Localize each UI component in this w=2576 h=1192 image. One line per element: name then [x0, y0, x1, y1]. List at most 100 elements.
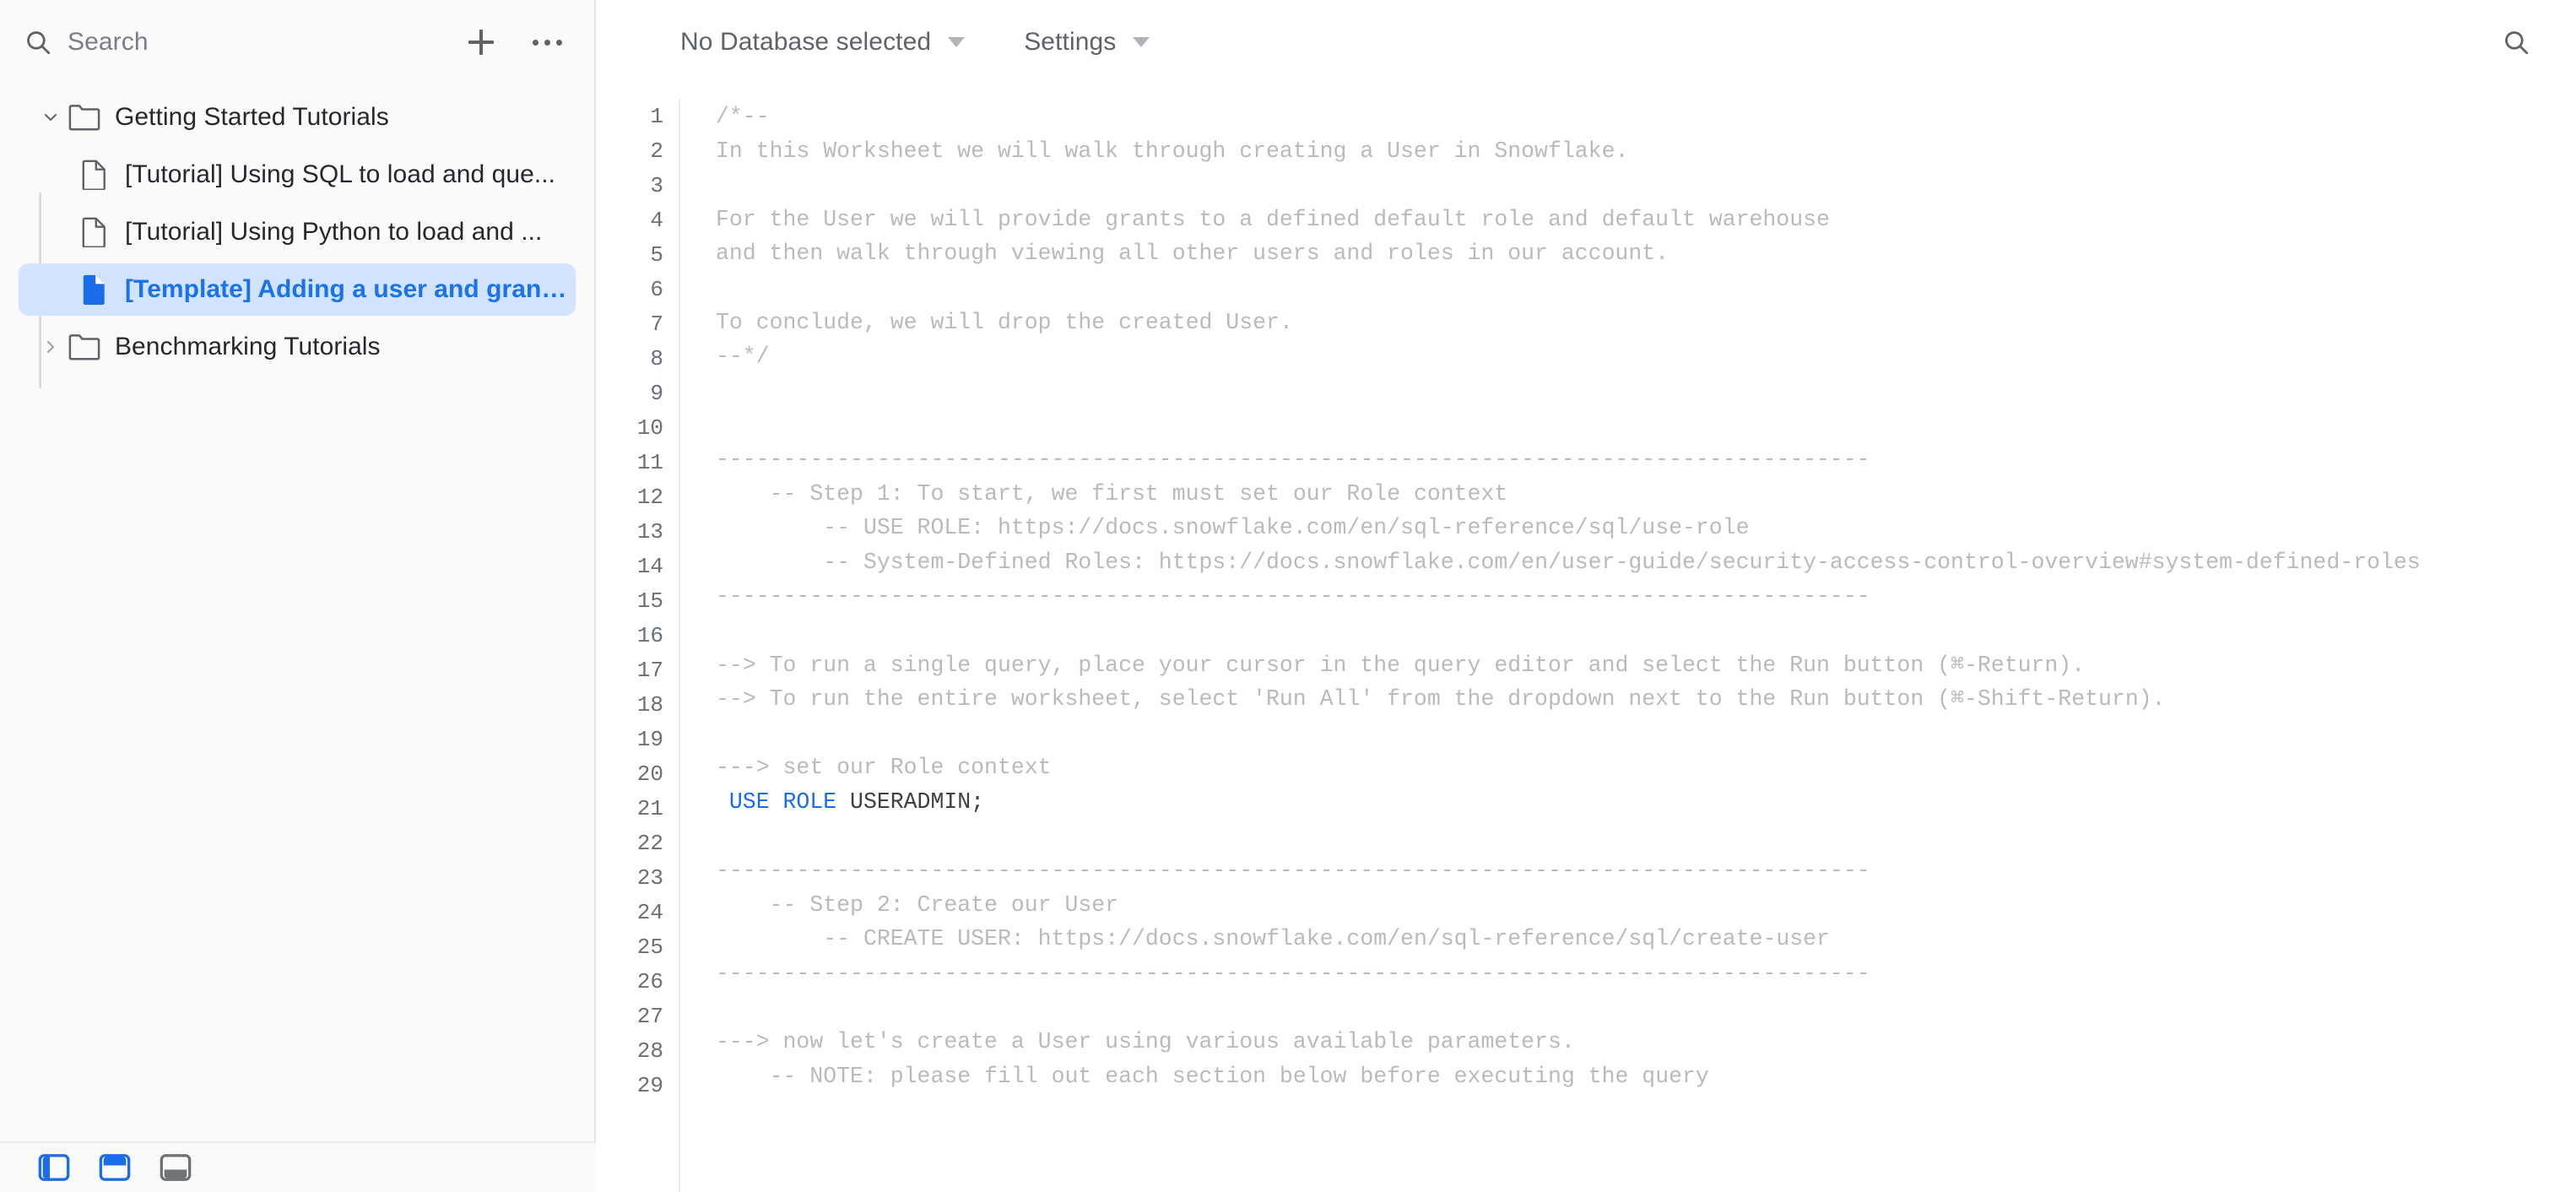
code-line: and then walk through viewing all other … — [716, 236, 2559, 271]
code-comment: In this Worksheet we will walk through c… — [716, 138, 1629, 164]
code-line: ----------------------------------------… — [716, 579, 2559, 614]
tree-file-template-adding-user[interactable]: [Template] Adding a user and granti... — [19, 263, 576, 316]
code-line: USE ROLE USERADMIN; — [716, 785, 2559, 820]
code-line: ----------------------------------------… — [716, 956, 2559, 991]
main-panel: No Database selected Settings 1234567891… — [596, 0, 2576, 1192]
sidebar: Getting Started Tutorials [Tutorial] Usi… — [0, 0, 596, 1192]
file-tree: Getting Started Tutorials [Tutorial] Usi… — [0, 84, 594, 388]
line-number: 26 — [636, 969, 663, 994]
tree-folder-benchmarking[interactable]: Benchmarking Tutorials — [19, 321, 576, 373]
document-icon — [79, 273, 110, 306]
line-number: 15 — [636, 588, 663, 614]
line-number: 17 — [636, 658, 663, 683]
chevron-right-icon[interactable] — [37, 333, 64, 360]
line-number: 8 — [650, 346, 663, 371]
tree-item-label: [Template] Adding a user and granti... — [125, 275, 567, 303]
code-comment: ---> now let's create a User using vario… — [716, 1029, 1575, 1055]
search-input[interactable] — [68, 28, 346, 57]
code-line: -- Step 2: Create our User — [716, 888, 2559, 923]
more-options-button[interactable] — [528, 24, 566, 61]
search-icon — [2505, 31, 2529, 55]
code-line: For the User we will provide grants to a… — [716, 203, 2559, 237]
tree-file-python-tutorial[interactable]: [Tutorial] Using Python to load and ... — [19, 206, 576, 258]
code-comment: -- Step 2: Create our User — [716, 891, 1119, 918]
code-comment: -- USE ROLE: https://docs.snowflake.com/… — [716, 515, 1750, 541]
line-number: 7 — [650, 312, 663, 337]
sql-identifier: USERADMIN; — [836, 788, 985, 815]
bottom-panel-icon[interactable] — [159, 1151, 192, 1184]
tree-file-sql-tutorial[interactable]: [Tutorial] Using SQL to load and que... — [19, 149, 576, 201]
code-line: In this Worksheet we will walk through c… — [716, 134, 2559, 169]
code-comment: ----------------------------------------… — [716, 960, 1870, 986]
code-line: ​ — [716, 990, 2559, 1025]
code-comment: ----------------------------------------… — [716, 446, 1870, 472]
line-number: 6 — [650, 277, 663, 302]
code-comment: -- Step 1: To start, we first must set o… — [716, 480, 1508, 507]
code-line: ​ — [716, 614, 2559, 648]
code-line: ​ — [716, 168, 2559, 203]
code-line: ​ — [716, 717, 2559, 751]
code-content[interactable]: /*-- In this Worksheet we will walk throu… — [680, 100, 2576, 1192]
code-comment: --> To run the entire worksheet, select … — [716, 686, 2166, 712]
code-editor[interactable]: 1 2 3 4 5 6 7 8 9 10 11 12 13 14 15 16 17 18 19 20 21 22 23 24 2… — [596, 84, 2576, 1192]
code-comment: ----------------------------------------… — [716, 858, 1870, 884]
line-number: 2 — [650, 138, 663, 164]
search-icon — [24, 28, 52, 57]
line-number: 1 — [650, 104, 663, 129]
tree-item-label: Getting Started Tutorials — [115, 103, 389, 131]
line-number: 21 — [636, 796, 663, 821]
line-number: 12 — [636, 485, 663, 510]
chevron-down-icon[interactable] — [37, 104, 64, 131]
code-line: -- System-Defined Roles: https://docs.sn… — [716, 545, 2559, 580]
settings-selector[interactable]: Settings — [1015, 21, 1158, 63]
database-selector-label: No Database selected — [680, 28, 932, 56]
add-button[interactable] — [463, 24, 500, 61]
code-line: ---> set our Role context — [716, 750, 2559, 785]
left-panel-icon[interactable] — [37, 1151, 71, 1184]
line-number: 25 — [636, 935, 663, 960]
line-number: 24 — [636, 900, 663, 925]
worksheet-app: Getting Started Tutorials [Tutorial] Usi… — [0, 0, 2576, 1192]
tree-folder-getting-started[interactable]: Getting Started Tutorials — [19, 91, 576, 144]
code-comment: --*/ — [716, 344, 770, 370]
code-line: To conclude, we will drop the created Us… — [716, 306, 2559, 340]
line-number: 18 — [636, 692, 663, 718]
editor-search-button[interactable] — [2493, 19, 2539, 65]
code-line: --> To run the entire worksheet, select … — [716, 682, 2559, 717]
line-number: 23 — [636, 865, 663, 891]
code-comment: -- System-Defined Roles: https://docs.sn… — [716, 549, 2421, 575]
tree-item-label: Benchmarking Tutorials — [115, 333, 381, 360]
code-comment: ---> set our Role context — [716, 755, 1052, 781]
database-selector[interactable]: No Database selected — [672, 21, 973, 63]
tree-item-label: [Tutorial] Using Python to load and ... — [125, 218, 543, 246]
code-comment: /*-- — [716, 104, 770, 129]
tree-item-label: [Tutorial] Using SQL to load and que... — [125, 160, 556, 188]
search-container[interactable] — [24, 28, 463, 57]
code-line: ​ — [716, 271, 2559, 306]
top-panel-icon[interactable] — [98, 1151, 132, 1184]
line-number: 16 — [636, 623, 663, 648]
line-number: 14 — [636, 554, 663, 579]
settings-label: Settings — [1024, 28, 1117, 56]
line-number: 13 — [636, 519, 663, 545]
code-line: ----------------------------------------… — [716, 442, 2559, 477]
plus-icon — [468, 30, 494, 55]
code-comment: and then walk through viewing all other … — [716, 241, 1670, 267]
code-line: --> To run a single query, place your cu… — [716, 648, 2559, 683]
line-number: 19 — [636, 727, 663, 752]
line-number: 4 — [650, 208, 663, 233]
chevron-down-icon — [948, 37, 966, 47]
more-horizontal-icon — [532, 39, 562, 46]
line-number: 20 — [636, 761, 663, 787]
code-line: -- Step 1: To start, we first must set o… — [716, 477, 2559, 512]
line-number: 29 — [636, 1073, 663, 1098]
code-line: ​ — [716, 408, 2559, 442]
code-line: ----------------------------------------… — [716, 853, 2559, 888]
code-comment: -- CREATE USER: https://docs.snowflake.c… — [716, 926, 1830, 952]
line-number: 28 — [636, 1038, 663, 1064]
document-icon — [79, 215, 110, 249]
chevron-down-icon — [1133, 37, 1150, 47]
sidebar-header-buttons — [463, 24, 566, 61]
code-comment: ----------------------------------------… — [716, 583, 1870, 610]
code-line: /*-- — [716, 100, 2559, 134]
